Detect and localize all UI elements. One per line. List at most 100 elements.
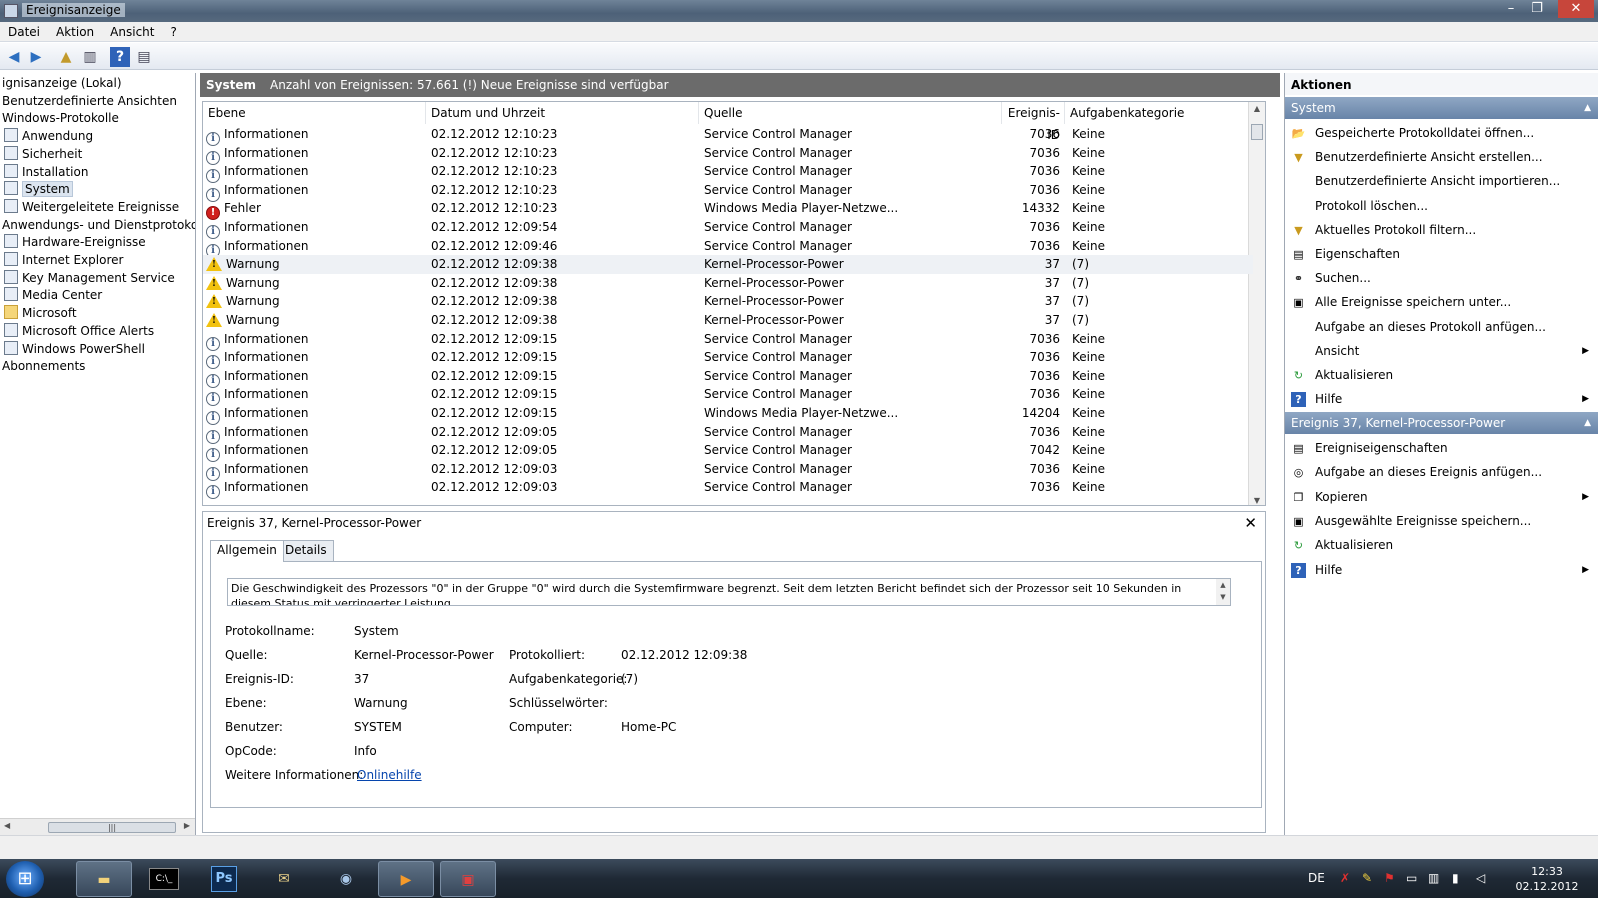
tree-item[interactable]: Sicherheit	[4, 145, 82, 163]
action-item[interactable]: ◎ Aufgabe an dieses Ereignis anfügen...	[1285, 461, 1598, 483]
volume-icon[interactable]: ◁	[1476, 871, 1485, 885]
action-center-icon[interactable]: ⚑	[1384, 871, 1395, 885]
menu-help[interactable]: ?	[162, 22, 184, 39]
tray-clock[interactable]: 12:33 02.12.2012	[1512, 864, 1582, 894]
battery-icon[interactable]: ▮	[1452, 871, 1459, 885]
table-row[interactable]: i Informationen 02.12.2012 12:09:03 Service…	[203, 460, 1253, 481]
online-help-link[interactable]: Onlinehilfe	[357, 768, 422, 782]
action-item[interactable]: ▤ Ereigniseigenschaften	[1285, 437, 1598, 459]
minimize-button[interactable]: –	[1498, 0, 1524, 18]
table-row[interactable]: ! Warnung 02.12.2012 12:09:38 Kernel-Proces…	[203, 274, 1253, 293]
start-button[interactable]: ⊞	[6, 861, 44, 897]
network-error-icon[interactable]: ✗	[1340, 871, 1350, 885]
tree-item[interactable]: Weitergeleitete Ereignisse	[4, 198, 179, 216]
action-item[interactable]: 📂 Gespeicherte Protokolldatei öffnen...	[1285, 122, 1598, 144]
tree-item[interactable]: Windows PowerShell	[4, 340, 145, 358]
table-row[interactable]: i Informationen 02.12.2012 12:09:15 Service…	[203, 385, 1253, 407]
column-header-source[interactable]: Quelle	[699, 102, 1002, 124]
close-button[interactable]: ✕	[1558, 0, 1594, 18]
event-viewer-taskbar-icon[interactable]: ▣	[440, 861, 496, 897]
action-item[interactable]: Ansicht ▶	[1285, 340, 1598, 362]
table-row[interactable]: ! Warnung 02.12.2012 12:09:38 Kernel-Proces…	[203, 311, 1253, 330]
display-icon[interactable]: ▭	[1406, 871, 1417, 885]
action-item[interactable]: ▣ Alle Ereignisse speichern unter...	[1285, 291, 1598, 313]
table-row[interactable]: i Informationen 02.12.2012 12:09:15 Service…	[203, 367, 1253, 388]
menu-ansicht[interactable]: Ansicht	[102, 22, 162, 39]
tree-item[interactable]: Key Management Service	[4, 269, 175, 287]
action-item[interactable]: ▼ Aktuelles Protokoll filtern...	[1285, 219, 1598, 241]
menu-aktion[interactable]: Aktion	[48, 22, 102, 39]
table-row[interactable]: ! Warnung 02.12.2012 12:09:38 Kernel-Proces…	[203, 255, 1253, 275]
table-row[interactable]: i Informationen 02.12.2012 12:10:23 Service…	[203, 144, 1253, 165]
tree-item[interactable]: System	[4, 180, 73, 198]
close-detail-icon[interactable]: ✕	[1244, 514, 1257, 532]
table-row[interactable]: i Informationen 02.12.2012 12:09:54 Service…	[203, 218, 1253, 239]
action-item[interactable]: Protokoll löschen...	[1285, 195, 1598, 217]
action-item[interactable]: ▣ Ausgewählte Ereignisse speichern...	[1285, 510, 1598, 532]
action-item[interactable]: ▼ Benutzerdefinierte Ansicht erstellen...	[1285, 146, 1598, 168]
tree-item[interactable]: Windows-Protokolle	[2, 109, 119, 127]
tree-item[interactable]: Hardware-Ereignisse	[4, 233, 146, 251]
column-header-level[interactable]: Ebene	[203, 102, 426, 124]
show-hide-actions-icon[interactable]: ▤	[134, 47, 154, 67]
action-item[interactable]: Aufgabe an dieses Protokoll anfügen...	[1285, 316, 1598, 338]
media-center-taskbar-icon[interactable]: ◉	[318, 861, 374, 897]
tree-item[interactable]: Microsoft Office Alerts	[4, 322, 154, 340]
tree-item[interactable]: Anwendungs- und Dienstprotokolle	[2, 216, 195, 234]
column-header-date[interactable]: Datum und Uhrzeit	[426, 102, 699, 124]
table-row[interactable]: i Informationen 02.12.2012 12:10:23 Service…	[203, 125, 1253, 146]
actions-section-event[interactable]: Ereignis 37, Kernel-Processor-Power ▲	[1285, 412, 1598, 434]
tree-item[interactable]: Internet Explorer	[4, 251, 123, 269]
tree-item[interactable]: Media Center	[4, 286, 102, 304]
up-folder-icon[interactable]: ▲	[56, 47, 76, 67]
event-description[interactable]: Die Geschwindigkeit des Prozessors "0" i…	[227, 578, 1231, 606]
language-indicator[interactable]: DE	[1308, 871, 1325, 885]
show-hide-tree-icon[interactable]: ▥	[80, 47, 100, 67]
scroll-thumb[interactable]: |||	[48, 822, 176, 833]
cmd-taskbar-icon[interactable]: C:\_	[136, 861, 192, 897]
tree-horizontal-scrollbar[interactable]: ◀ ||| ▶	[0, 818, 195, 835]
photoshop-taskbar-icon[interactable]: Ps	[196, 861, 252, 897]
action-item[interactable]: ❐ Kopieren ▶	[1285, 486, 1598, 508]
action-item[interactable]: ? Hilfe ▶	[1285, 559, 1598, 581]
scroll-right-arrow-icon[interactable]: ▶	[184, 821, 190, 830]
action-item[interactable]: ▤ Eigenschaften	[1285, 243, 1598, 265]
monitor-icon[interactable]: ▥	[1428, 871, 1439, 885]
column-header-task-category[interactable]: Aufgabenkategorie	[1065, 102, 1253, 124]
mail-taskbar-icon[interactable]: ✉	[256, 861, 312, 897]
table-row[interactable]: ! Warnung 02.12.2012 12:09:38 Kernel-Proces…	[203, 292, 1253, 311]
pen-icon[interactable]: ✎	[1362, 871, 1372, 885]
tab-allgemein[interactable]: Allgemein	[210, 540, 284, 562]
table-row[interactable]: i Informationen 02.12.2012 12:09:15 Service…	[203, 330, 1253, 351]
action-item[interactable]: Benutzerdefinierte Ansicht importieren..…	[1285, 170, 1598, 192]
table-row[interactable]: i Informationen 02.12.2012 12:09:05 Service…	[203, 441, 1253, 463]
tree-item[interactable]: Anwendung	[4, 127, 93, 145]
table-row[interactable]: i Informationen 02.12.2012 12:09:15 Windows…	[203, 404, 1253, 425]
back-arrow-icon[interactable]: ◀	[4, 47, 24, 67]
tree-item[interactable]: Installation	[4, 163, 88, 181]
tree-item[interactable]: Benutzerdefinierte Ansichten	[2, 92, 177, 110]
table-row[interactable]: i Informationen 02.12.2012 12:10:23 Service…	[203, 181, 1253, 202]
table-row[interactable]: i Informationen 02.12.2012 12:09:46 Service…	[203, 237, 1253, 258]
help-icon[interactable]: ?	[110, 47, 130, 67]
scroll-left-arrow-icon[interactable]: ◀	[4, 821, 10, 830]
forward-arrow-icon[interactable]: ▶	[26, 47, 46, 67]
table-row[interactable]: i Informationen 02.12.2012 12:09:03 Service…	[203, 478, 1253, 500]
column-header-event-id[interactable]: Ereignis-ID	[1002, 102, 1065, 142]
action-item[interactable]: ⚭ Suchen...	[1285, 267, 1598, 289]
action-item[interactable]: ↻ Aktualisieren	[1285, 534, 1598, 556]
collapse-icon[interactable]: ▲	[1584, 412, 1591, 434]
table-row[interactable]: i Informationen 02.12.2012 12:09:15 Service…	[203, 348, 1253, 370]
explorer-taskbar-icon[interactable]: ▬	[76, 861, 132, 897]
media-player-taskbar-icon[interactable]: ▶	[378, 861, 434, 897]
table-row[interactable]: i Informationen 02.12.2012 12:09:05 Service…	[203, 423, 1253, 444]
collapse-icon[interactable]: ▲	[1584, 97, 1591, 119]
scroll-up-arrow-icon[interactable]: ▲	[1249, 104, 1265, 113]
tab-details[interactable]: Details	[278, 540, 334, 561]
tree-item[interactable]: ignisanzeige (Lokal)	[2, 74, 122, 92]
maximize-button[interactable]: ❐	[1524, 0, 1550, 18]
table-row[interactable]: i Informationen 02.12.2012 12:10:23 Service…	[203, 162, 1253, 184]
action-item[interactable]: ? Hilfe ▶	[1285, 388, 1598, 410]
tree-item[interactable]: Microsoft	[4, 304, 77, 322]
description-scrollbar[interactable]: ▲ ▼	[1216, 579, 1230, 605]
